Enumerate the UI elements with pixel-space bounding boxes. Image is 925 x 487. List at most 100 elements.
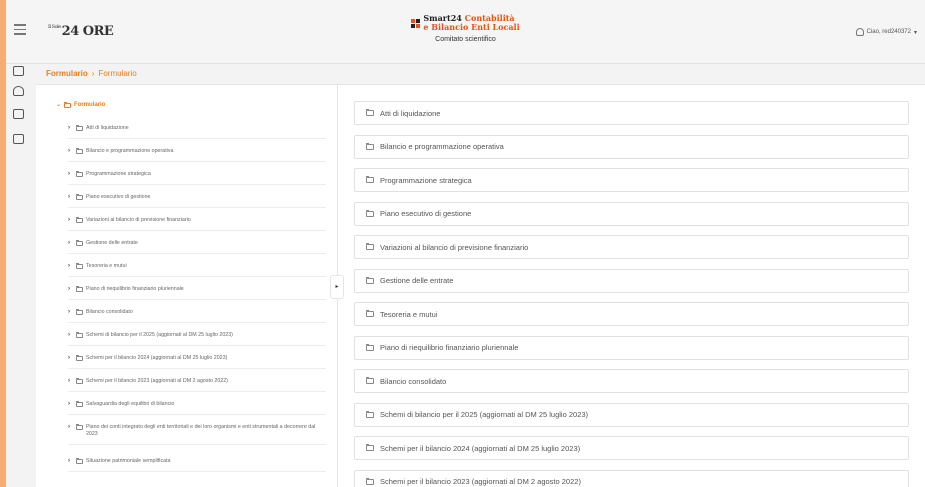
folder-icon <box>366 444 374 451</box>
tree-item[interactable]: › Programmazione strategica <box>68 171 326 185</box>
folder-card-label: Tesoreria e mutui <box>380 309 438 319</box>
tree-item[interactable]: › Salvaguardia degli equilibri di bilanci… <box>68 401 326 415</box>
tree-item[interactable]: › Schemi di bilancio per il 2025 (aggiorn… <box>68 332 326 346</box>
tree-item[interactable]: › Bilancio e programmazione operativa <box>68 148 326 162</box>
app-frame: Il Sole24 ORE Smart24 Contabilità e Bila… <box>6 0 925 487</box>
folder-icon <box>76 171 83 177</box>
folder-icon <box>366 209 374 217</box>
chevron-right-icon: › <box>68 458 70 464</box>
folder-card[interactable]: Piano esecutivo di gestione <box>354 201 909 226</box>
folder-card-label: Schemi per il bilancio 2024 (aggiornati … <box>380 443 581 453</box>
folder-icon <box>76 458 83 464</box>
folder-icon <box>76 148 83 154</box>
folder-card-label: Schemi per il bilancio 2023 (aggiornati … <box>380 477 581 486</box>
folder-icon <box>366 142 374 150</box>
tree-item-label: Piano dei conti integrato degli enti ter… <box>85 424 316 437</box>
tree-item-label: Schemi per il bilancio 2024 (aggiornati … <box>86 355 228 361</box>
folder-card-label: Atti di liquidazione <box>380 108 441 118</box>
brand-subtitle: Comitato scientifico <box>435 35 496 43</box>
folder-icon <box>75 424 83 430</box>
folder-icon <box>76 286 83 292</box>
app-header: Il Sole24 ORE Smart24 Contabilità e Bila… <box>6 0 925 64</box>
chevron-right-icon: › <box>68 286 70 292</box>
tree-item[interactable]: › Schemi per il bilancio 2023 (aggiornati… <box>68 378 326 392</box>
folder-card[interactable]: Variazioni al bilancio di previsione fin… <box>354 235 909 259</box>
tree-item-label: Schemi di bilancio per il 2025 (aggiorna… <box>86 332 233 338</box>
folder-card-label: Bilancio e programmazione operativa <box>380 142 504 151</box>
tree-item[interactable]: › Situazione patrimoniale semplificata <box>68 458 326 472</box>
breadcrumb: Formulario › Formulario <box>46 66 137 80</box>
folder-card[interactable]: Schemi per il bilancio 2024 (aggiornati … <box>354 436 909 460</box>
folder-icon <box>76 263 83 269</box>
tree-item-label: Gestione delle entrate <box>86 240 138 246</box>
user-icon <box>855 28 864 36</box>
chevron-down-icon: ▾ <box>913 29 917 36</box>
grid-icon[interactable] <box>13 66 24 76</box>
tree-item-label: Programmazione strategica <box>86 171 151 177</box>
tree-item[interactable]: › Piano di riequilibrio finanziario pluri… <box>68 286 326 300</box>
tree-item-label: Schemi per il bilancio 2023 (aggiornati … <box>86 378 228 384</box>
chevron-right-icon: › <box>68 355 70 361</box>
collapse-panel-button[interactable]: ▸ <box>330 275 344 299</box>
brand-mark-icon <box>411 18 421 28</box>
chevron-right-icon: › <box>68 148 70 154</box>
folder-tree: ⌄ Formulario › Atti di liquidazione › Bilan… <box>36 85 336 487</box>
folder-icon <box>366 310 374 317</box>
tree-item[interactable]: › Piano esecutivo di gestione <box>68 194 326 208</box>
chevron-right-icon: › <box>68 263 70 269</box>
chat-icon[interactable] <box>13 134 24 144</box>
chevron-right-icon: › <box>68 378 70 384</box>
folder-card[interactable]: Bilancio consolidato <box>354 369 909 393</box>
folder-card[interactable]: Atti di liquidazione <box>354 101 909 125</box>
folder-card[interactable]: Bilancio e programmazione operativa <box>354 134 909 159</box>
folder-card[interactable]: Programmazione strategica <box>354 168 909 192</box>
folder-icon <box>76 355 83 361</box>
folder-card[interactable]: Gestione delle entrate <box>354 268 909 293</box>
tree-item-label: Salvaguardia degli equilibri di bilancio <box>86 401 175 407</box>
tree-item[interactable]: › Variazioni al bilancio di previsione fi… <box>68 217 326 231</box>
chevron-right-icon: › <box>68 171 70 177</box>
tree-item[interactable]: › Gestione delle entrate <box>68 240 326 254</box>
chevron-right-icon: › <box>68 424 70 430</box>
folder-card-label: Variazioni al bilancio di previsione fin… <box>380 242 529 252</box>
tree-root[interactable]: ⌄ Formulario <box>56 101 105 108</box>
folder-card[interactable]: Schemi per il bilancio 2023 (aggiornati … <box>354 469 909 487</box>
folder-icon <box>366 410 374 418</box>
folder-card-label: Gestione delle entrate <box>380 276 454 285</box>
chevron-right-icon: › <box>68 125 70 131</box>
tree-item[interactable]: › Tesoreria e mutui <box>68 263 326 277</box>
user-greeting: Ciao, red240372 <box>866 29 911 35</box>
folder-icon <box>366 109 374 116</box>
breadcrumb-current: Formulario <box>98 68 137 78</box>
breadcrumb-separator: › <box>91 68 95 78</box>
folder-card-label: Schemi di bilancio per il 2025 (aggiorna… <box>380 410 589 419</box>
folder-card[interactable]: Schemi di bilancio per il 2025 (aggiorna… <box>354 402 909 427</box>
document-icon[interactable] <box>13 109 24 119</box>
folder-icon <box>76 194 83 200</box>
folder-icon <box>64 101 72 108</box>
user-menu[interactable]: Ciao, red240372 ▾ <box>855 28 917 36</box>
chevron-right-icon: › <box>68 332 70 338</box>
tree-item[interactable]: › Bilancio consolidato <box>68 309 326 323</box>
breadcrumb-root[interactable]: Formulario <box>46 69 88 78</box>
tree-item-label: Piano di riequilibrio finanziario plurie… <box>86 286 184 292</box>
tree-item[interactable]: › Schemi per il bilancio 2024 (aggiornati… <box>68 355 326 369</box>
folder-icon <box>76 125 83 131</box>
folder-icon <box>366 343 374 351</box>
user-group-icon[interactable] <box>13 86 24 96</box>
tree-item[interactable]: › Piano dei conti integrato degli enti te… <box>68 424 326 445</box>
folder-card-label: Programmazione strategica <box>380 175 472 185</box>
tree-root-label: Formulario <box>74 101 106 108</box>
folder-icon <box>76 217 83 223</box>
folder-card[interactable]: Piano di riequilibrio finanziario plurie… <box>354 335 909 360</box>
tree-item-label: Tesoreria e mutui <box>86 263 127 269</box>
folder-icon <box>366 477 374 485</box>
folder-icon <box>76 378 83 384</box>
chevron-right-icon: › <box>68 217 70 223</box>
folder-icon <box>366 377 374 384</box>
tree-item[interactable]: › Atti di liquidazione <box>68 125 326 139</box>
folder-card[interactable]: Tesoreria e mutui <box>354 302 909 326</box>
tree-item-label: Atti di liquidazione <box>86 125 129 131</box>
folder-card-label: Piano esecutivo di gestione <box>380 209 472 218</box>
product-brand: Smart24 Contabilità e Bilancio Enti Loca… <box>6 14 925 43</box>
